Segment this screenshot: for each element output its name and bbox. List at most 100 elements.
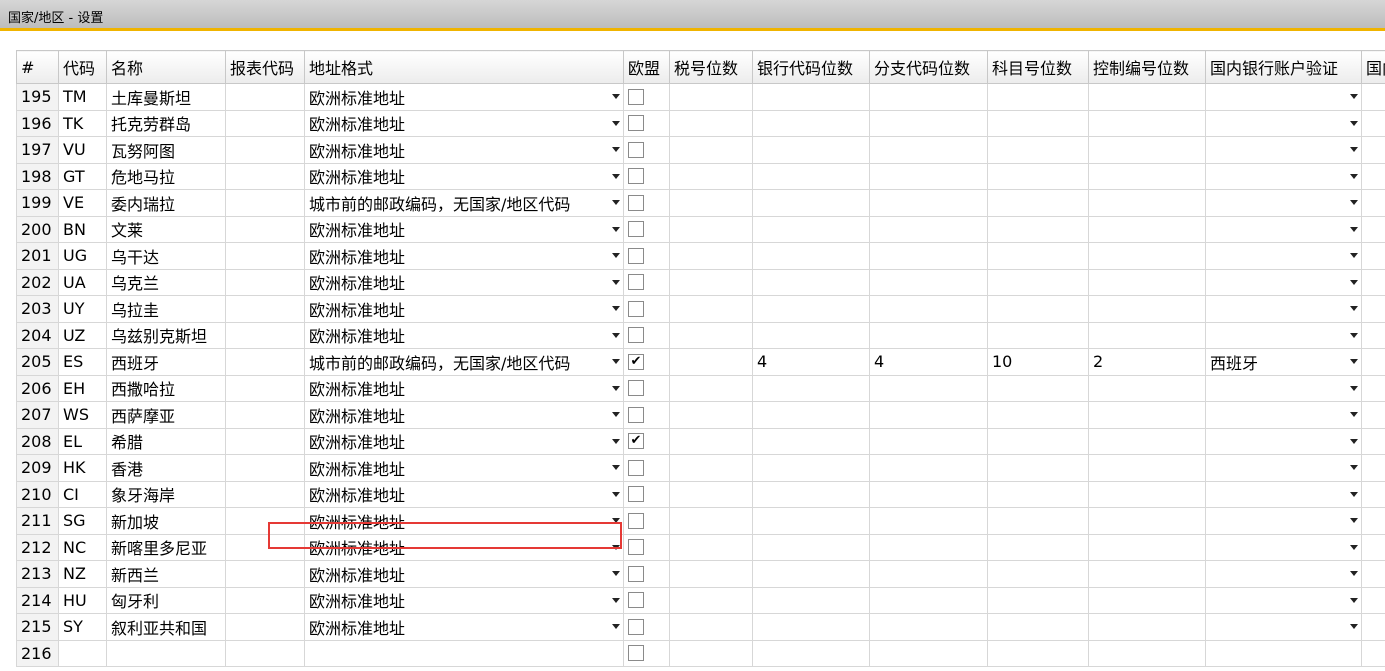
tax-digits-cell[interactable] (669, 586, 753, 614)
bank-code-digits-cell[interactable] (752, 83, 870, 111)
report-code-cell[interactable] (225, 83, 305, 111)
table-row[interactable]: 211 SG 新加坡 欧洲标准地址 (16, 507, 1385, 535)
account-digits-cell[interactable] (987, 321, 1089, 349)
branch-code-digits-cell[interactable] (869, 268, 988, 296)
control-digits-cell[interactable] (1088, 560, 1206, 588)
extra-column-cell[interactable] (1361, 374, 1385, 402)
country-code-cell[interactable]: VE (58, 189, 107, 217)
bank-code-digits-cell[interactable] (752, 586, 870, 614)
bank-code-digits-cell[interactable] (752, 268, 870, 296)
account-digits-cell[interactable]: 10 (987, 348, 1089, 376)
domestic-bank-validation-dropdown[interactable] (1205, 427, 1362, 455)
extra-column-cell[interactable] (1361, 268, 1385, 296)
checkbox-icon[interactable] (628, 274, 644, 291)
control-digits-cell[interactable] (1088, 533, 1206, 561)
tax-digits-cell[interactable] (669, 427, 753, 455)
control-digits-cell[interactable] (1088, 136, 1206, 164)
extra-column-cell[interactable] (1361, 162, 1385, 190)
eu-checkbox-cell[interactable] (623, 215, 670, 243)
address-format-dropdown[interactable]: 城市前的邮政编码，无国家/地区代码 (304, 348, 624, 376)
column-header[interactable]: 银行代码位数 (752, 50, 870, 84)
branch-code-digits-cell[interactable] (869, 560, 988, 588)
dropdown-arrow-icon[interactable] (612, 253, 620, 258)
checkbox-icon[interactable] (628, 168, 644, 185)
eu-checkbox-cell[interactable] (623, 533, 670, 561)
checkbox-icon[interactable] (628, 645, 644, 662)
account-digits-cell[interactable] (987, 374, 1089, 402)
branch-code-digits-cell[interactable] (869, 83, 988, 111)
report-code-cell[interactable] (225, 427, 305, 455)
checkbox-icon[interactable] (628, 459, 644, 476)
country-name-cell[interactable]: 文莱 (106, 215, 226, 243)
column-header[interactable]: 欧盟 (623, 50, 670, 84)
account-digits-cell[interactable] (987, 480, 1089, 508)
table-row[interactable]: 207 WS 西萨摩亚 欧洲标准地址 (16, 401, 1385, 429)
country-code-cell[interactable]: HU (58, 586, 107, 614)
control-digits-cell[interactable] (1088, 374, 1206, 402)
dropdown-arrow-icon[interactable] (612, 518, 620, 523)
branch-code-digits-cell[interactable] (869, 533, 988, 561)
account-digits-cell[interactable] (987, 454, 1089, 482)
domestic-bank-validation-dropdown[interactable] (1205, 109, 1362, 137)
extra-column-cell[interactable] (1361, 109, 1385, 137)
dropdown-arrow-icon[interactable] (1350, 306, 1358, 311)
address-format-dropdown[interactable]: 欧洲标准地址 (304, 401, 624, 429)
report-code-cell[interactable] (225, 162, 305, 190)
branch-code-digits-cell[interactable] (869, 295, 988, 323)
column-header[interactable]: 名称 (106, 50, 226, 84)
branch-code-digits-cell[interactable] (869, 427, 988, 455)
address-format-dropdown[interactable] (304, 639, 624, 667)
eu-checkbox-cell[interactable] (623, 321, 670, 349)
country-name-cell[interactable]: 新喀里多尼亚 (106, 533, 226, 561)
control-digits-cell[interactable] (1088, 401, 1206, 429)
bank-code-digits-cell[interactable] (752, 533, 870, 561)
domestic-bank-validation-dropdown[interactable] (1205, 162, 1362, 190)
report-code-cell[interactable] (225, 268, 305, 296)
dropdown-arrow-icon[interactable] (612, 597, 620, 603)
table-row[interactable]: 215 SY 叙利亚共和国 欧洲标准地址 (16, 613, 1385, 641)
country-name-cell[interactable]: 叙利亚共和国 (106, 613, 226, 641)
tax-digits-cell[interactable] (669, 162, 753, 190)
eu-checkbox-cell[interactable] (623, 268, 670, 296)
table-row[interactable]: 214 HU 匈牙利 欧洲标准地址 (16, 586, 1385, 614)
account-digits-cell[interactable] (987, 533, 1089, 561)
country-code-cell[interactable]: UY (58, 295, 107, 323)
checkbox-icon[interactable] (628, 194, 644, 211)
address-format-dropdown[interactable]: 欧洲标准地址 (304, 454, 624, 482)
table-row[interactable]: 199 VE 委内瑞拉 城市前的邮政编码，无国家/地区代码 (16, 189, 1385, 217)
domestic-bank-validation-dropdown[interactable] (1205, 215, 1362, 243)
checkbox-icon[interactable]: ✔ (628, 353, 644, 370)
dropdown-arrow-icon[interactable] (1350, 518, 1358, 523)
bank-code-digits-cell[interactable] (752, 109, 870, 137)
column-header[interactable]: 分支代码位数 (869, 50, 988, 84)
country-name-cell[interactable]: 香港 (106, 454, 226, 482)
country-code-cell[interactable]: SG (58, 507, 107, 535)
eu-checkbox-cell[interactable] (623, 401, 670, 429)
tax-digits-cell[interactable] (669, 401, 753, 429)
account-digits-cell[interactable] (987, 83, 1089, 111)
checkbox-icon[interactable] (628, 327, 644, 344)
table-row[interactable]: 204 UZ 乌兹别克斯坦 欧洲标准地址 (16, 321, 1385, 349)
account-digits-cell[interactable] (987, 215, 1089, 243)
checkbox-icon[interactable] (628, 565, 644, 582)
eu-checkbox-cell[interactable] (623, 454, 670, 482)
country-code-cell[interactable]: GT (58, 162, 107, 190)
control-digits-cell[interactable] (1088, 83, 1206, 111)
tax-digits-cell[interactable] (669, 83, 753, 111)
extra-column-cell[interactable] (1361, 454, 1385, 482)
domestic-bank-validation-dropdown[interactable] (1205, 295, 1362, 323)
report-code-cell[interactable] (225, 480, 305, 508)
column-header[interactable]: 报表代码 (225, 50, 305, 84)
bank-code-digits-cell[interactable] (752, 507, 870, 535)
address-format-dropdown[interactable]: 欧洲标准地址 (304, 321, 624, 349)
tax-digits-cell[interactable] (669, 242, 753, 270)
domestic-bank-validation-dropdown[interactable] (1205, 560, 1362, 588)
branch-code-digits-cell[interactable] (869, 136, 988, 164)
address-format-dropdown[interactable]: 欧洲标准地址 (304, 586, 624, 614)
tax-digits-cell[interactable] (669, 374, 753, 402)
dropdown-arrow-icon[interactable] (1350, 544, 1358, 550)
control-digits-cell[interactable] (1088, 427, 1206, 455)
address-format-dropdown[interactable]: 欧洲标准地址 (304, 613, 624, 641)
dropdown-arrow-icon[interactable] (1350, 332, 1358, 338)
country-name-cell[interactable]: 西萨摩亚 (106, 401, 226, 429)
